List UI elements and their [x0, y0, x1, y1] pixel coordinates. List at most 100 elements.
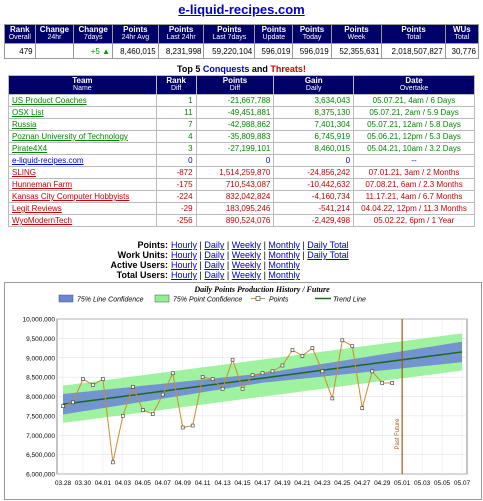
rival-overtake-date: 05.04.21, 10am / 3.2 Days	[353, 142, 475, 155]
rival-overtake-date: --	[353, 154, 475, 167]
rival-team-link[interactable]: SLING	[12, 168, 36, 177]
data-point	[190, 423, 195, 428]
team-stats-table: Rank Overall Change 24hr Change 7days Points 24…	[4, 24, 480, 59]
rival-team-link[interactable]: Russia	[12, 120, 36, 129]
stats-subheader: Week	[347, 34, 366, 41]
rival-name: Pirate4X4	[8, 142, 157, 155]
rival-rank-diff: 0	[155, 154, 197, 167]
history-link-daily[interactable]: Daily	[204, 270, 224, 280]
rival-rank-diff: -224	[155, 190, 197, 203]
link-separator: |	[224, 260, 232, 270]
history-link-hourly[interactable]: Hourly	[171, 250, 197, 260]
future-label: Past Future	[395, 418, 401, 450]
points-chart-svg: Daily Points Production History / Future…	[22, 285, 471, 487]
history-link-monthly[interactable]: Monthly	[268, 260, 300, 270]
rival-team-link[interactable]: WyoModernTech	[12, 216, 72, 225]
rivals-subheader: Overtake	[399, 85, 429, 92]
history-link-weekly[interactable]: Weekly	[232, 270, 261, 280]
stats-subheader: 7days	[83, 34, 103, 41]
y-tick-label: 6,000,000	[26, 472, 55, 479]
rival-overtake-date: 05.07.21, 4am / 6 Days	[353, 94, 475, 107]
data-point	[180, 425, 185, 430]
data-point	[170, 371, 175, 376]
rival-team-link[interactable]: OSX List	[12, 108, 44, 117]
x-tick-label: 05.07	[454, 480, 471, 487]
data-point	[240, 386, 245, 391]
data-point	[350, 344, 355, 348]
rival-team-link[interactable]: Pirate4X4	[12, 144, 47, 153]
rival-overtake-date: 05.06.21, 12pm / 5.3 Days	[353, 130, 475, 143]
rival-team-link[interactable]: Poznan University of Technology	[12, 132, 128, 141]
rivals-header: Date Overtake	[353, 75, 475, 95]
rival-row: Pirate4X4 3 -27,199,101 8,460,015 05.04.21, …	[8, 142, 475, 155]
rival-name: Russia	[8, 118, 157, 131]
x-tick-label: 04.13	[214, 480, 231, 487]
rival-daily-gain: 7,401,304	[273, 118, 355, 131]
rival-points-diff: 183,095,246	[195, 202, 275, 215]
history-link-daily-total[interactable]: Daily Total	[307, 240, 348, 250]
data-point	[370, 369, 375, 374]
rival-rank-diff: -872	[155, 166, 197, 179]
rival-team-link[interactable]: Hunneman Farm	[12, 180, 72, 189]
x-tick-label: 04.25	[334, 480, 351, 487]
rival-points-diff: -27,199,101	[195, 142, 275, 155]
rival-rank-diff: 4	[155, 130, 197, 143]
history-link-daily[interactable]: Daily	[204, 250, 224, 260]
rival-row: Russia 7 -42,988,862 7,401,304 05.07.21, 12a…	[8, 118, 475, 131]
rival-team-link[interactable]: Legit Reviews	[12, 204, 62, 213]
history-link-monthly[interactable]: Monthly	[268, 250, 300, 260]
rival-name: WyoModernTech	[8, 214, 157, 227]
stats-value: 596,019	[292, 43, 332, 59]
history-link-row: Active Users: Hourly | Daily | Weekly | M…	[60, 260, 349, 270]
stats-header: Points Last 24hr	[157, 24, 205, 44]
history-link-weekly[interactable]: Weekly	[232, 240, 261, 250]
history-link-monthly[interactable]: Monthly	[268, 240, 300, 250]
data-point	[280, 363, 285, 368]
link-separator: |	[224, 240, 232, 250]
threats-label: Threats!	[270, 64, 306, 74]
x-tick-label: 05.01	[394, 480, 411, 487]
rival-name: SLING	[8, 166, 157, 179]
stats-header: Change 7days	[73, 24, 113, 44]
history-link-daily[interactable]: Daily	[204, 240, 224, 250]
x-tick-label: 04.09	[175, 480, 192, 487]
history-link-hourly[interactable]: Hourly	[171, 260, 197, 270]
rival-overtake-date: 05.02.22, 6pm / 1 Year	[353, 214, 475, 227]
rival-row: Legit Reviews -29 183,095,246 -541,214 04.04…	[8, 202, 475, 215]
rival-overtake-date: 05.07.21, 12am / 5.8 Days	[353, 118, 475, 131]
rival-team-link[interactable]: e-liquid-recipes.com	[12, 156, 84, 165]
rival-points-diff: 832,042,824	[195, 190, 275, 203]
rival-name: Poznan University of Technology	[8, 130, 157, 143]
x-tick-label: 05.05	[434, 480, 451, 487]
rivals-header: Points Diff	[195, 75, 275, 95]
history-link-hourly[interactable]: Hourly	[171, 240, 197, 250]
history-link-weekly[interactable]: Weekly	[232, 260, 261, 270]
rival-rank-diff: -256	[155, 214, 197, 227]
history-link-daily[interactable]: Daily	[204, 260, 224, 270]
rival-team-link[interactable]: US Product Coaches	[12, 96, 87, 105]
x-tick-label: 04.23	[314, 480, 331, 487]
site-title-link[interactable]: e-liquid-recipes.com	[178, 2, 304, 17]
data-point	[290, 348, 295, 352]
rival-row: OSX List 11 -49,451,881 8,375,130 05.07.21, …	[8, 106, 475, 119]
history-link-hourly[interactable]: Hourly	[171, 270, 197, 280]
y-tick-label: 8,500,000	[26, 375, 55, 382]
rival-daily-gain: -10,442,632	[273, 178, 355, 191]
stats-value: 2,018,507,827	[381, 43, 446, 59]
rival-team-link[interactable]: Kansas City Computer Hobbyists	[12, 192, 129, 201]
points-chart: Daily Points Production History / Future…	[4, 282, 482, 500]
data-point	[111, 460, 115, 465]
x-tick-label: 04.21	[294, 480, 311, 487]
stats-value: 59,220,104	[203, 43, 256, 59]
stats-subheader: 24hr	[47, 34, 62, 41]
x-tick-label: 04.01	[95, 480, 112, 487]
stats-header: Points 24hr Avg	[112, 24, 159, 44]
rivals-table: Team Name Rank Diff Points Diff Gain Daily Date O…	[8, 75, 475, 227]
history-link-monthly[interactable]: Monthly	[268, 270, 300, 280]
rivals-header: Gain Daily	[273, 75, 355, 95]
history-link-daily-total[interactable]: Daily Total	[307, 250, 348, 260]
history-link-weekly[interactable]: Weekly	[232, 250, 261, 260]
conquests-label: Conquests	[202, 64, 250, 74]
rivals-subheader: Daily	[305, 85, 322, 92]
data-point	[121, 414, 125, 418]
